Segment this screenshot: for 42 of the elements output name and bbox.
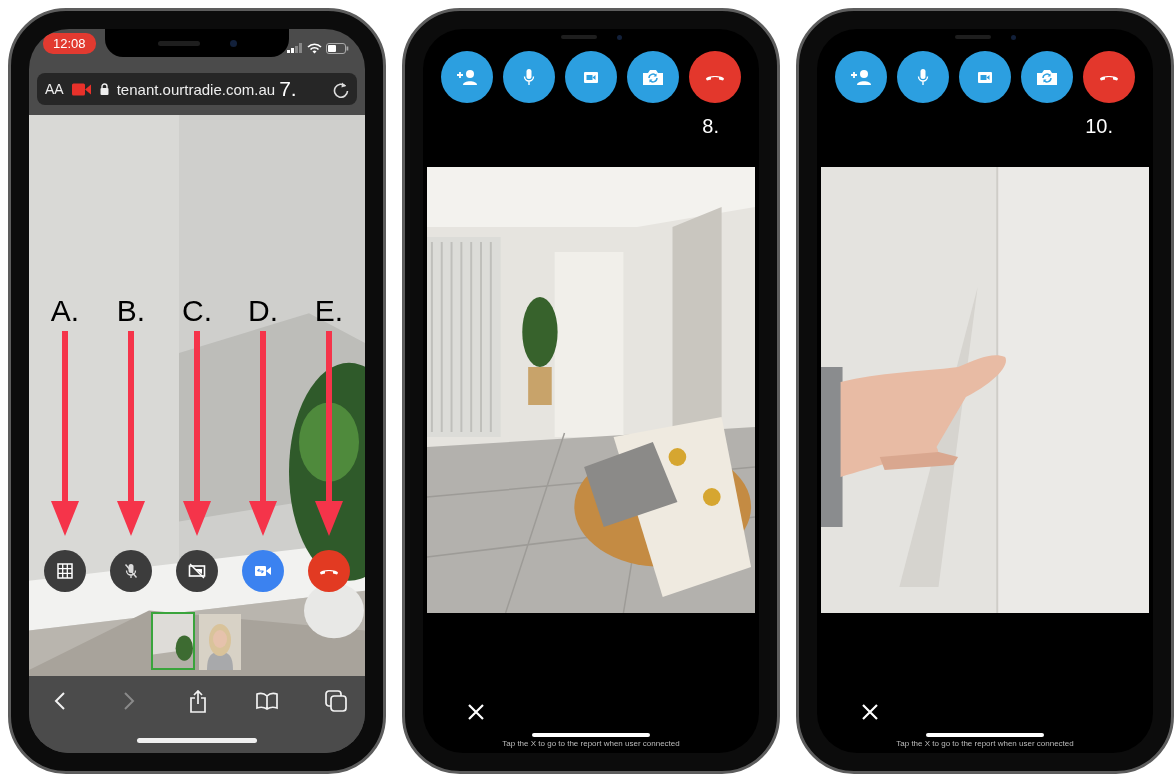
battery-icon [326,42,349,54]
flip-camera-button[interactable] [627,51,679,103]
hang-up-icon [705,73,725,81]
microphone-button[interactable] [503,51,555,103]
microphone-icon [917,68,929,86]
lock-icon [99,83,109,95]
add-person-icon [850,69,872,85]
back-chevron-icon [54,691,66,711]
flip-camera-button[interactable] [1021,51,1073,103]
book-icon [256,692,278,710]
microphone-button[interactable] [897,51,949,103]
flip-camera-icon [1036,68,1058,86]
video-button[interactable] [959,51,1011,103]
microphone-icon [523,68,535,86]
address-bar[interactable]: AA tenant.ourtradie.com.au 7. [37,73,357,105]
video-button[interactable] [565,51,617,103]
step-label: 8. [702,115,719,139]
video-camera-icon [977,70,993,84]
video-camera-icon [583,70,599,84]
add-person-button[interactable] [441,51,493,103]
end-call-button[interactable] [689,51,741,103]
add-person-button[interactable] [835,51,887,103]
close-icon [861,703,879,721]
video-camera-icon [71,82,92,96]
status-time: 12:08 [43,32,96,54]
step-label: 7. [279,77,297,101]
hang-up-icon [1099,73,1119,81]
hint-text: Tap the X to go to the report when user connected [502,739,680,748]
hint-text: Tap the X to go to the report when user connected [896,739,1074,748]
share-icon [189,689,207,713]
reload-icon[interactable] [333,80,349,98]
step-label: 10. [1085,115,1113,139]
text-size-button[interactable]: AA [45,81,64,97]
add-person-icon [456,69,478,85]
forward-chevron-icon [123,691,135,711]
signal-icon [287,43,303,53]
end-call-button[interactable] [1083,51,1135,103]
url-text: tenant.ourtradie.com.au [116,80,276,98]
close-icon [467,703,485,721]
tabs-icon [325,690,347,712]
wifi-icon [307,42,322,54]
flip-camera-icon [642,68,664,86]
